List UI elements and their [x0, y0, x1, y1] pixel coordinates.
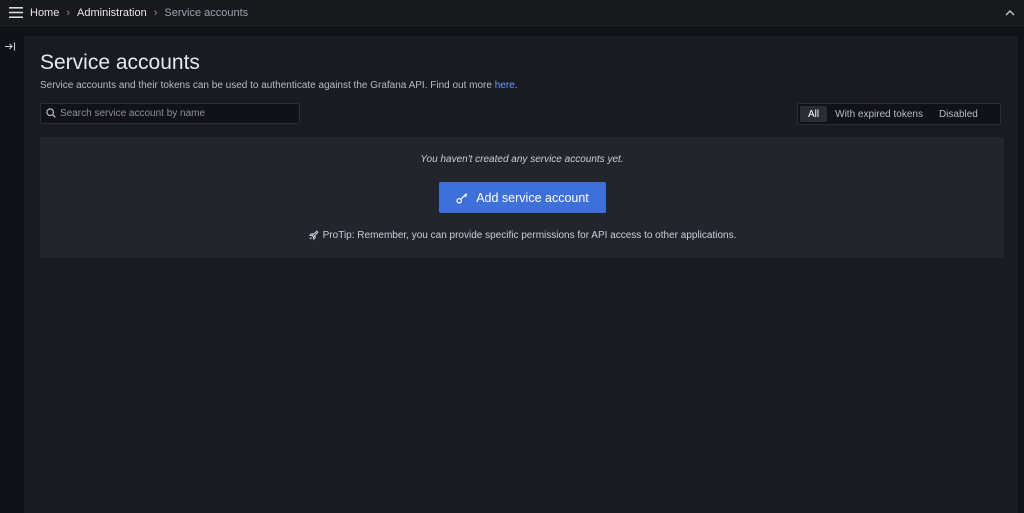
key-icon [456, 192, 468, 204]
state-filter: All With expired tokens Disabled [797, 103, 1001, 125]
filter-with-expired-tokens[interactable]: With expired tokens [827, 106, 931, 122]
chevron-up-icon[interactable] [1003, 6, 1017, 20]
filter-disabled[interactable]: Disabled [931, 106, 986, 122]
learn-more-link[interactable]: here [495, 80, 515, 91]
top-bar: Home › Administration › Service accounts [0, 0, 1024, 26]
search-icon [46, 105, 56, 123]
empty-state-message: You haven't created any service accounts… [420, 154, 624, 165]
page-description-text: Service accounts and their tokens can be… [40, 80, 495, 91]
page-description-end: . [514, 80, 518, 91]
add-service-account-button[interactable]: Add service account [439, 182, 606, 213]
breadcrumb-home[interactable]: Home [30, 7, 59, 19]
protip-text: ProTip: Remember, you can provide specif… [322, 230, 737, 241]
empty-state-panel: You haven't created any service accounts… [40, 137, 1004, 258]
left-rail [0, 26, 22, 513]
chevron-right-icon: › [153, 6, 158, 19]
breadcrumb: Home › Administration › Service accounts [30, 7, 248, 19]
chevron-right-icon: › [66, 6, 71, 19]
search-input[interactable] [60, 108, 292, 119]
hamburger-icon[interactable] [4, 0, 28, 26]
protip: ProTip: Remember, you can provide specif… [40, 230, 1004, 241]
search-field[interactable] [40, 103, 300, 124]
dock-menu-icon[interactable] [3, 40, 17, 52]
page-description: Service accounts and their tokens can be… [40, 80, 518, 91]
breadcrumb-administration[interactable]: Administration [77, 7, 147, 19]
filter-all[interactable]: All [800, 106, 828, 122]
breadcrumb-service-accounts: Service accounts [164, 6, 249, 19]
page-content: Service accounts Service accounts and th… [24, 36, 1018, 513]
add-service-account-label: Add service account [476, 190, 589, 205]
rocket-icon [308, 230, 319, 241]
page-title: Service accounts [40, 51, 200, 74]
